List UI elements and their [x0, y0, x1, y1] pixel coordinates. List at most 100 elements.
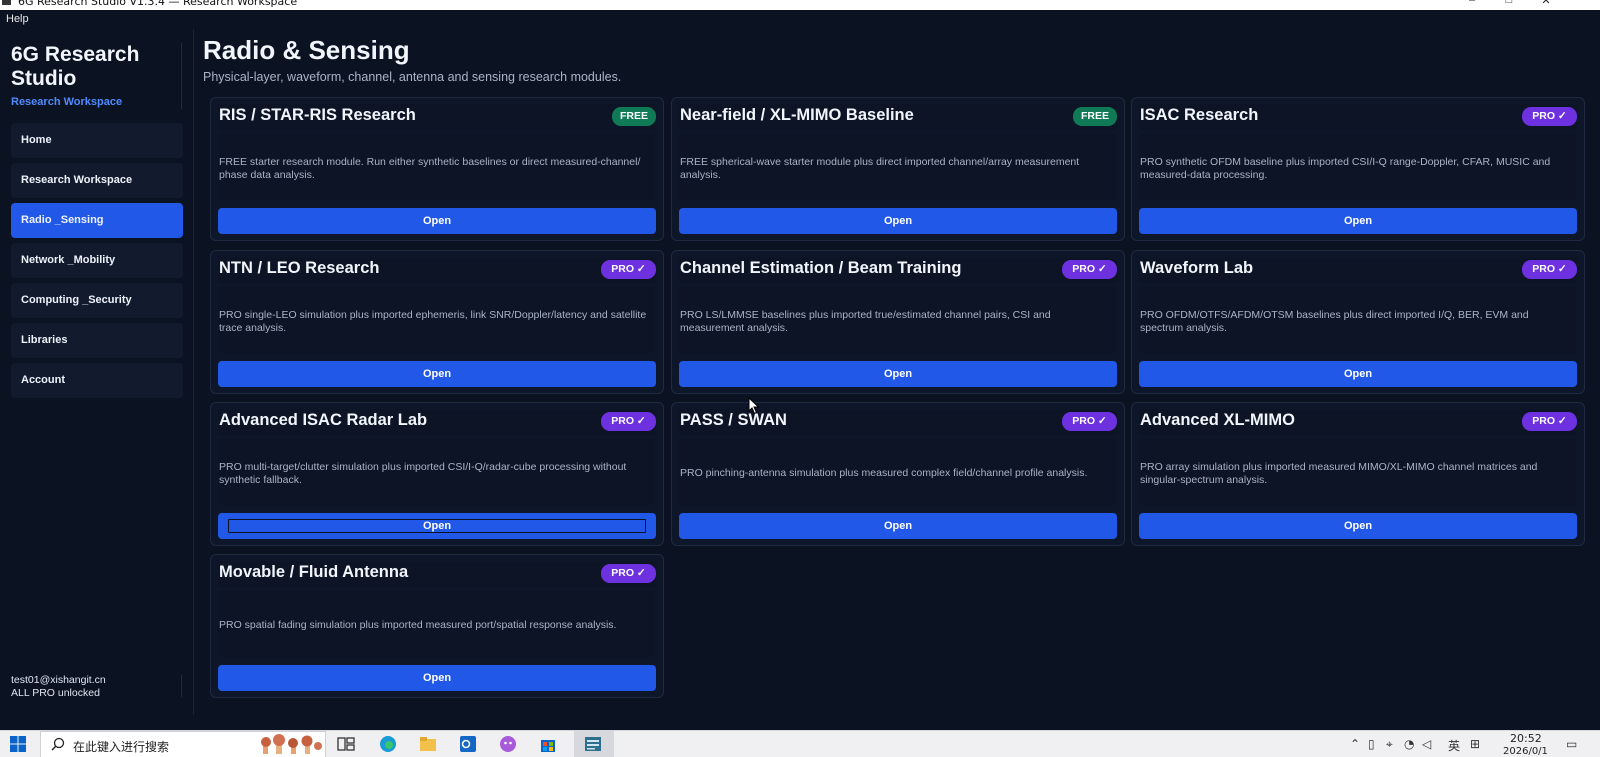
tray-volume-icon[interactable]: ◁ [1422, 737, 1431, 751]
free-badge: FREE [612, 107, 656, 126]
sidebar-item-account[interactable]: Account [11, 363, 183, 398]
pro-badge: PRO ✓ [1522, 260, 1577, 279]
user-email: test01@xishangit.cn [11, 674, 106, 686]
page-subtitle: Physical-layer, waveform, channel, anten… [203, 70, 622, 84]
card-title: ISAC Research [1140, 106, 1259, 124]
tray-network-icon[interactable]: ⌖ [1386, 737, 1393, 752]
pro-badge: PRO ✓ [601, 412, 656, 431]
open-button[interactable]: Open [1139, 361, 1577, 387]
task-view-icon[interactable] [337, 735, 355, 753]
brand-title: 6G Research Studio [11, 43, 140, 90]
card-title: NTN / LEO Research [219, 259, 380, 277]
search-highlight-decoration-icon [261, 734, 322, 754]
clock-time[interactable]: 20:52 [1510, 732, 1542, 745]
card-description: FREE starter research module. Run either… [219, 156, 641, 181]
sidebar-item-radio-sensing[interactable]: Radio _Sensing [11, 203, 183, 238]
pro-badge: PRO ✓ [1062, 412, 1117, 431]
card-title: Waveform Lab [1140, 259, 1254, 277]
menu-bar: Help [0, 10, 1600, 29]
card-title: Channel Estimation / Beam Training [680, 259, 962, 277]
edge-browser-icon[interactable] [379, 735, 397, 753]
close-button[interactable]: ✕ [1536, 0, 1556, 7]
maximize-button[interactable]: □ [1499, 0, 1519, 6]
card-description: PRO pinching-antenna simulation plus mea… [680, 467, 1088, 479]
sidebar-item-libraries[interactable]: Libraries [11, 323, 183, 358]
tray-ime-indicator[interactable]: 英 [1448, 737, 1460, 754]
module-card-advanced-xl-mimo: Advanced XL-MIMO PRO ✓ PRO array simulat… [1131, 402, 1585, 546]
card-title: Advanced ISAC Radar Lab [219, 411, 428, 429]
search-icon [51, 737, 65, 751]
open-button[interactable]: Open [679, 513, 1117, 539]
card-header: Movable / Fluid Antenna PRO ✓ [218, 561, 656, 587]
module-card-advanced-isac-radar: Advanced ISAC Radar Lab PRO ✓ PRO multi-… [210, 402, 664, 546]
pro-badge: PRO ✓ [601, 260, 656, 279]
card-header: Advanced XL-MIMO PRO ✓ [1139, 409, 1577, 435]
window-title: 6G Research Studio V1.3.4 — Research Wor… [18, 0, 298, 8]
module-card-waveform-lab: Waveform Lab PRO ✓ PRO OFDM/OTFS/AFDM/OT… [1131, 250, 1585, 394]
open-button[interactable]: Open [218, 208, 656, 234]
sidebar-item-research-workspace[interactable]: Research Workspace [11, 163, 183, 198]
brand-subtitle: Research Workspace [11, 96, 123, 108]
chat-app-icon[interactable] [499, 735, 517, 753]
mouse-cursor-icon [748, 397, 760, 415]
windows-start-icon[interactable] [10, 736, 26, 752]
notification-icon[interactable]: ▭ [1566, 737, 1577, 751]
module-card-pass-swan: PASS / SWAN PRO ✓ PRO pinching-antenna s… [671, 402, 1125, 546]
file-explorer-icon[interactable] [419, 735, 437, 753]
tray-device-icon[interactable]: ▯ [1368, 737, 1375, 751]
card-header: ISAC Research PRO ✓ [1139, 104, 1577, 130]
pro-badge: PRO ✓ [1522, 107, 1577, 126]
minimize-button[interactable]: – [1462, 0, 1482, 6]
free-badge: FREE [1073, 107, 1117, 126]
card-body: FREE starter research module. Run either… [218, 134, 655, 200]
open-button[interactable]: Open [1139, 513, 1577, 539]
module-card-near-field: Near-field / XL-MIMO Baseline FREE FREE … [671, 97, 1125, 241]
card-header: PASS / SWAN PRO ✓ [679, 409, 1117, 435]
open-button[interactable]: Open [679, 361, 1117, 387]
card-body: PRO LS/LMMSE baselines plus imported tru… [679, 287, 1116, 353]
tray-chevron-up-icon[interactable]: ⌃ [1350, 737, 1360, 751]
divider [181, 675, 182, 697]
open-button[interactable]: Open [218, 513, 656, 539]
card-title: Movable / Fluid Antenna [219, 563, 409, 581]
card-description: FREE spherical-wave starter module plus … [680, 156, 1080, 181]
sidebar-nav: Home Research Workspace Radio _Sensing N… [11, 123, 183, 403]
card-title: RIS / STAR-RIS Research [219, 106, 416, 124]
taskbar: 在此键入进行搜索 ⌃ ▯ ⌖ ◔ ◁ 英 ⊞ 20:52 2026/0/1 ▭ [0, 730, 1600, 757]
sidebar-item-computing-security[interactable]: Computing _Security [11, 283, 183, 318]
tray-keyboard-icon[interactable]: ⊞ [1470, 737, 1480, 751]
menu-help[interactable]: Help [6, 13, 29, 25]
open-button[interactable]: Open [679, 208, 1117, 234]
card-body: PRO multi-target/clutter simulation plus… [218, 439, 655, 505]
tray-wifi-icon[interactable]: ◔ [1404, 737, 1414, 751]
clock-date[interactable]: 2026/0/1 [1503, 746, 1548, 757]
card-header: RIS / STAR-RIS Research FREE [218, 104, 656, 130]
card-description: PRO LS/LMMSE baselines plus imported tru… [680, 309, 1051, 334]
store-icon[interactable] [539, 735, 557, 753]
divider [181, 43, 182, 109]
window-title-bar: 6G Research Studio V1.3.4 — Research Wor… [0, 0, 1600, 10]
card-body: FREE spherical-wave starter module plus … [679, 134, 1116, 200]
open-button[interactable]: Open [1139, 208, 1577, 234]
taskbar-search-box[interactable]: 在此键入进行搜索 [40, 731, 326, 757]
card-body: PRO array simulation plus imported measu… [1139, 439, 1576, 505]
open-button[interactable]: Open [218, 361, 656, 387]
card-title: Near-field / XL-MIMO Baseline [680, 106, 914, 124]
research-studio-app-icon[interactable] [584, 735, 602, 753]
card-title: Advanced XL-MIMO [1140, 411, 1295, 429]
sidebar: 6G Research Studio Research Workspace Ho… [0, 29, 194, 715]
pro-badge: PRO ✓ [1522, 412, 1577, 431]
card-header: NTN / LEO Research PRO ✓ [218, 257, 656, 283]
pro-badge: PRO ✓ [601, 564, 656, 583]
sidebar-item-home[interactable]: Home [11, 123, 183, 158]
outlook-icon[interactable] [459, 735, 477, 753]
sidebar-item-network-mobility[interactable]: Network _Mobility [11, 243, 183, 278]
card-body: PRO pinching-antenna simulation plus mea… [679, 439, 1116, 505]
card-description: PRO synthetic OFDM baseline plus importe… [1140, 156, 1551, 181]
card-body: PRO single-LEO simulation plus imported … [218, 287, 655, 353]
card-description: PRO multi-target/clutter simulation plus… [219, 461, 627, 486]
card-body: PRO spatial fading simulation plus impor… [218, 591, 655, 657]
card-description: PRO spatial fading simulation plus impor… [219, 619, 617, 631]
open-button[interactable]: Open [218, 665, 656, 691]
user-status: ALL PRO unlocked [11, 687, 100, 699]
